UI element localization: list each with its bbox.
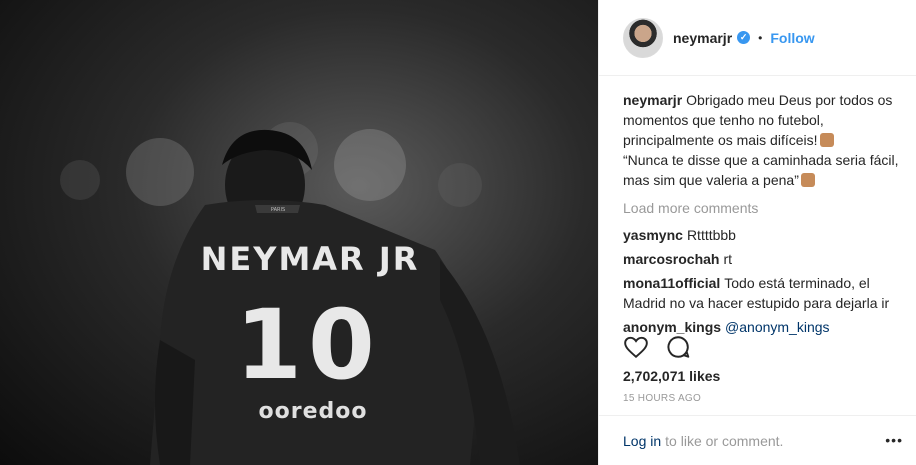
emoji-praying-icon xyxy=(800,173,815,187)
verified-badge-icon: ✓ xyxy=(737,31,751,44)
post-caption: neymarjr Obrigado meu Deus por todos os m… xyxy=(623,90,905,190)
author-username[interactable]: neymarjr xyxy=(673,30,732,46)
shirt-number: 10 xyxy=(235,289,381,401)
shirt-collar: PARIS xyxy=(271,207,285,213)
shirt-name: NEYMAR JR xyxy=(201,240,420,278)
follow-button[interactable]: Follow xyxy=(770,30,814,46)
separator-dot: • xyxy=(758,30,763,45)
login-link[interactable]: Log in xyxy=(623,433,661,449)
caption-username[interactable]: neymarjr xyxy=(623,92,682,108)
comment-item: yasmync Rttttbbb xyxy=(623,225,905,245)
photo-illustration: NEYMAR JR 10 ooredoo PARIS xyxy=(60,122,520,465)
caption-text-2: “Nunca te disse que a caminhada seria fá… xyxy=(623,152,899,188)
comments-section: neymarjr Obrigado meu Deus por todos os m… xyxy=(623,90,905,341)
post-side-panel: neymarjr ✓ • Follow neymarjr Obrigado meu… xyxy=(598,0,916,465)
comment-text: Rttttbbb xyxy=(686,227,736,243)
emoji-praying-icon xyxy=(819,133,834,147)
load-more-comments-button[interactable]: Load more comments xyxy=(623,200,905,216)
post-header: neymarjr ✓ • Follow xyxy=(599,0,916,76)
comment-item: marcosrochah rt xyxy=(623,249,905,269)
post-photo[interactable]: NEYMAR JR 10 ooredoo PARIS xyxy=(0,0,598,465)
avatar[interactable] xyxy=(623,17,663,58)
shirt-sponsor: ooredoo xyxy=(259,399,368,424)
login-prompt-text: to like or comment. xyxy=(665,432,784,449)
post-timestamp: 15 HOURS AGO xyxy=(623,393,702,404)
comment-mention-link[interactable]: @anonym_kings xyxy=(725,319,830,335)
comment-text: rt xyxy=(723,251,733,267)
likes-count[interactable]: 2,702,071 likes xyxy=(623,368,720,384)
comment-username[interactable]: mona11official xyxy=(623,275,720,291)
comment-bubble-icon[interactable] xyxy=(665,334,691,360)
comment-username[interactable]: yasmync xyxy=(623,227,683,243)
more-options-icon[interactable]: ••• xyxy=(885,432,903,448)
post-actions xyxy=(623,334,905,360)
comment-username[interactable]: marcosrochah xyxy=(623,251,719,267)
login-prompt: Log in to like or comment. ••• xyxy=(599,415,916,465)
heart-icon[interactable] xyxy=(623,334,649,360)
comment-item: mona11official Todo está terminado, el Ma… xyxy=(623,273,905,313)
comment-username[interactable]: anonym_kings xyxy=(623,319,721,335)
